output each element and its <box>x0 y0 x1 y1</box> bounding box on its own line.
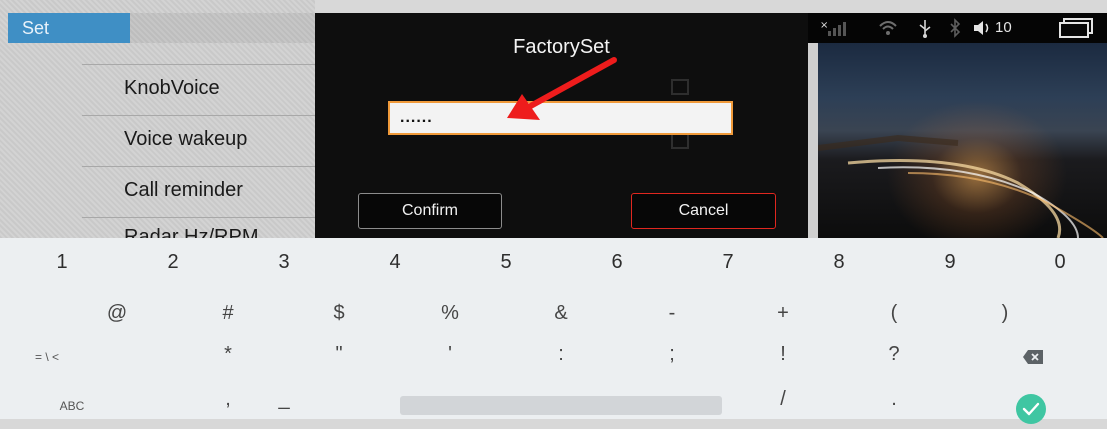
key-double-quote[interactable]: " <box>284 343 394 366</box>
check-icon <box>1022 402 1040 416</box>
enter-key[interactable] <box>1016 394 1046 424</box>
wifi-icon <box>879 21 897 35</box>
key-abc[interactable]: ABC <box>52 399 92 413</box>
key-exclamation[interactable]: ! <box>728 343 838 366</box>
key-colon[interactable]: : <box>506 343 616 366</box>
key-3[interactable]: 3 <box>229 251 339 274</box>
key-1[interactable]: 1 <box>7 251 117 274</box>
battery-level-text: 10 <box>995 19 1012 36</box>
key-underscore[interactable]: _ <box>229 388 339 411</box>
svg-text:×: × <box>820 20 828 31</box>
usb-icon <box>919 20 931 38</box>
highway-night-photo <box>818 43 1107 238</box>
key-open-paren[interactable]: ( <box>839 302 949 325</box>
key-dollar[interactable]: $ <box>284 302 394 325</box>
key-period[interactable]: . <box>839 388 949 411</box>
key-8[interactable]: 8 <box>784 251 894 274</box>
recent-apps-icon[interactable] <box>1058 17 1094 39</box>
divider <box>808 43 818 238</box>
key-0[interactable]: 0 <box>1005 251 1107 274</box>
volume-icon <box>974 21 989 35</box>
key-4[interactable]: 4 <box>340 251 450 274</box>
key-question[interactable]: ? <box>839 343 949 366</box>
key-symbols-toggle[interactable]: = \ < <box>17 350 77 364</box>
key-2[interactable]: 2 <box>118 251 228 274</box>
key-ampersand[interactable]: & <box>506 302 616 325</box>
bluetooth-icon <box>950 18 961 38</box>
key-6[interactable]: 6 <box>562 251 672 274</box>
status-bar: × 10 <box>808 13 1107 43</box>
signal-off-icon: × <box>820 20 846 36</box>
key-minus[interactable]: - <box>617 302 727 325</box>
key-9[interactable]: 9 <box>895 251 1005 274</box>
space-bar[interactable] <box>400 396 722 415</box>
key-slash[interactable]: / <box>728 388 838 411</box>
key-close-paren[interactable]: ) <box>950 302 1060 325</box>
key-asterisk[interactable]: * <box>173 343 283 366</box>
key-at[interactable]: @ <box>62 302 172 325</box>
key-single-quote[interactable]: ' <box>395 343 505 366</box>
key-plus[interactable]: + <box>728 302 838 325</box>
key-percent[interactable]: % <box>395 302 505 325</box>
key-5[interactable]: 5 <box>451 251 561 274</box>
key-semicolon[interactable]: ; <box>617 343 727 366</box>
soft-keyboard: 1 2 3 4 5 6 7 8 9 0 @ # $ % & - + ( ) = … <box>0 238 1107 424</box>
key-hash[interactable]: # <box>173 302 283 325</box>
backspace-icon[interactable] <box>1022 349 1044 365</box>
key-7[interactable]: 7 <box>673 251 783 274</box>
